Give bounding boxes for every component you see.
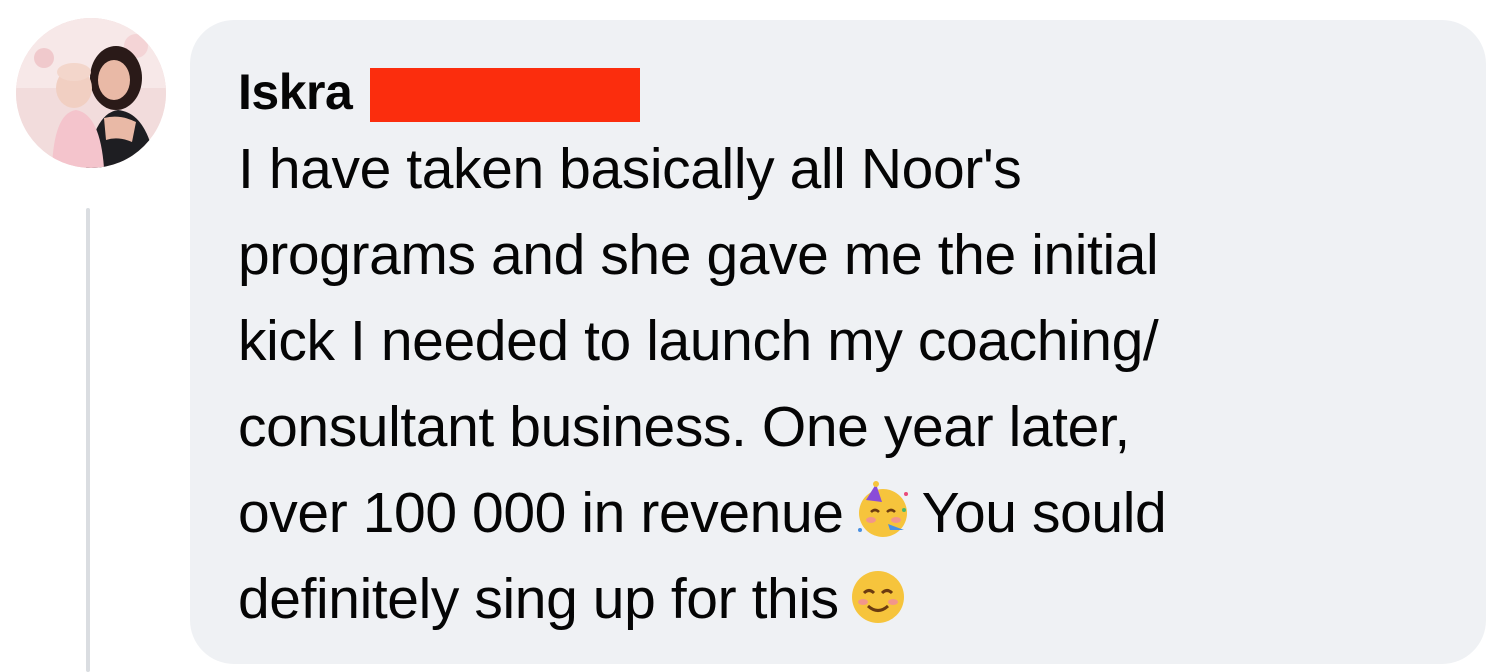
- comment-author-row: Iskra: [238, 60, 1446, 124]
- partying-face-emoji-icon: [852, 480, 914, 542]
- comment-line-segment: over 100 000 in revenue: [238, 481, 844, 545]
- comment-line-segment: You sould: [921, 481, 1167, 545]
- redaction-box: [370, 68, 641, 122]
- comment-line: over 100 000 in revenue You sould: [238, 470, 1446, 556]
- comment-author-name[interactable]: Iskra: [238, 63, 353, 121]
- comment-line: programs and she gave me the initial: [238, 223, 1159, 287]
- comment-line: consultant business. One year later,: [238, 395, 1130, 459]
- comment-line: I have taken basically all Noor's: [238, 137, 1022, 201]
- avatar[interactable]: [16, 18, 166, 168]
- comment-line: kick I needed to launch my coaching/: [238, 309, 1159, 373]
- reply-thread-line: [86, 208, 90, 672]
- comment-text: I have taken basically all Noor's progra…: [238, 126, 1446, 642]
- profile-photo: [16, 18, 166, 168]
- comment-bubble: Iskra I have taken basically all Noor's …: [190, 20, 1486, 664]
- smiling-face-emoji-icon: [847, 566, 909, 628]
- comment-line: definitely sing up for this: [238, 556, 1446, 642]
- comment-line-segment: definitely sing up for this: [238, 567, 839, 631]
